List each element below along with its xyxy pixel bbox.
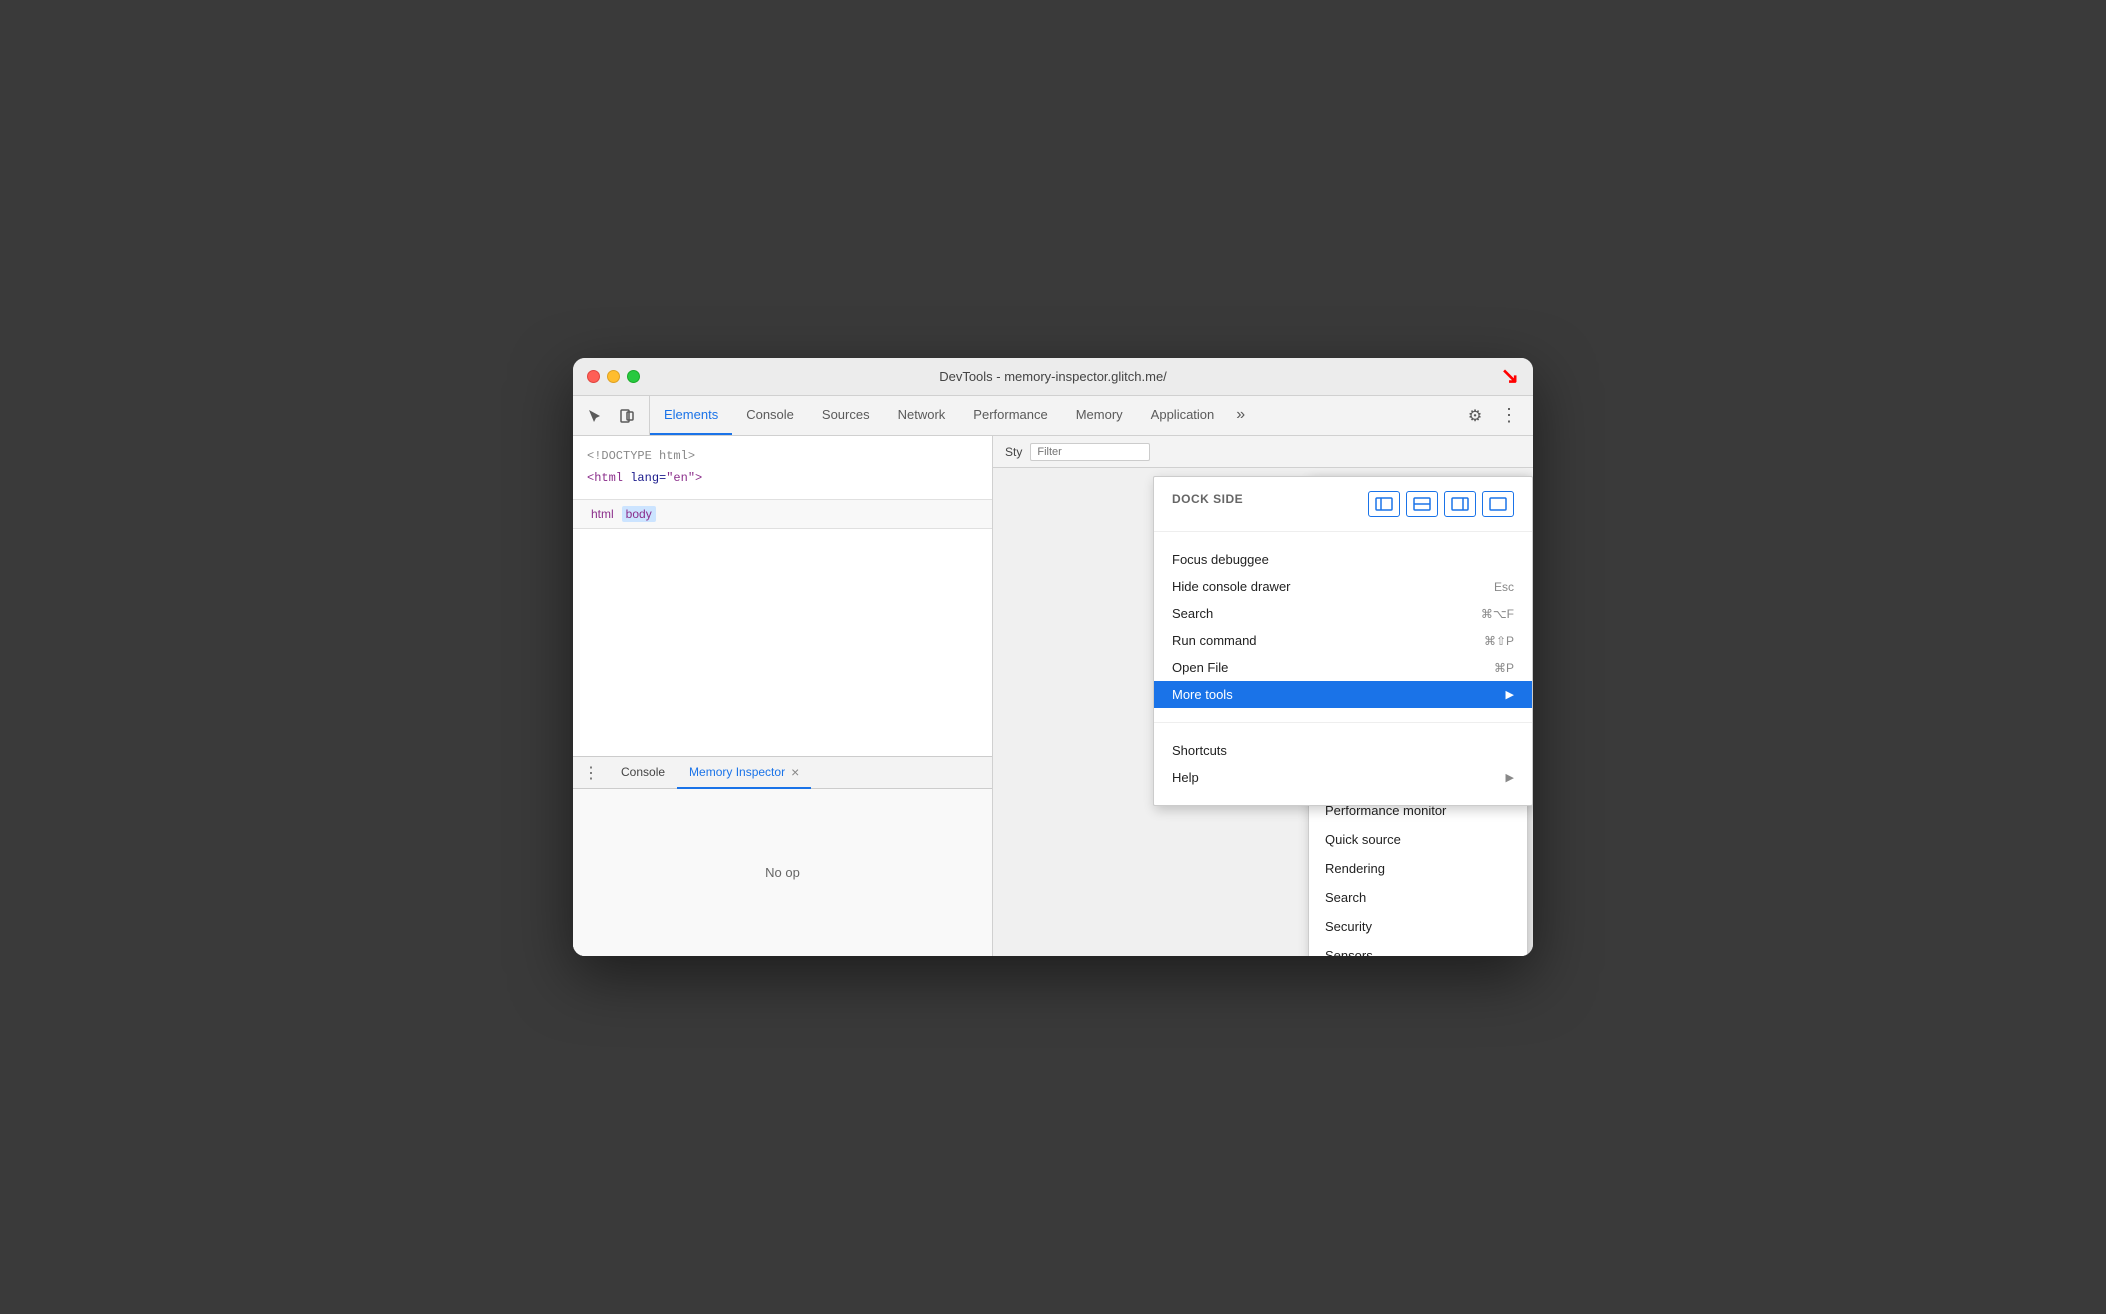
dock-side-options [1368, 491, 1514, 517]
styles-label: Sty [1005, 445, 1022, 459]
more-tools-arrow: ▶ [1506, 688, 1514, 701]
devtools-window: DevTools - memory-inspector.glitch.me/ ↘… [573, 358, 1533, 956]
tab-more[interactable]: » [1228, 396, 1253, 435]
device-toggle-icon[interactable] [613, 402, 641, 430]
menu-item-security[interactable]: Security [1309, 912, 1527, 941]
window-title: DevTools - memory-inspector.glitch.me/ [939, 369, 1167, 384]
tab-sources[interactable]: Sources [808, 396, 884, 435]
drawer-menu-button[interactable]: ⋮ [573, 763, 609, 783]
drawer-tab-console[interactable]: Console [609, 757, 677, 789]
html-content: <!DOCTYPE html> <html lang="en"> [573, 436, 992, 500]
menu-item-sensors[interactable]: Sensors [1309, 941, 1527, 956]
minimize-button[interactable] [607, 370, 620, 383]
tab-memory[interactable]: Memory [1062, 396, 1137, 435]
menu-item-search[interactable]: Search [1309, 883, 1527, 912]
dock-side-label: Dock side [1172, 492, 1243, 506]
dock-left-button[interactable] [1368, 491, 1400, 517]
search-row[interactable]: Search ⌘⌥F [1172, 600, 1514, 627]
no-op-text: No op [765, 865, 800, 880]
hide-console-drawer-row[interactable]: Hide console drawer Esc [1172, 573, 1514, 600]
close-button[interactable] [587, 370, 600, 383]
filter-input[interactable] [1030, 443, 1150, 461]
tab-elements[interactable]: Elements [650, 396, 732, 435]
drawer-tabs: ⋮ Console Memory Inspector × [573, 757, 992, 789]
toolbar-icons [573, 396, 650, 435]
dock-side-section: Dock side [1154, 477, 1532, 532]
settings-gear-button[interactable]: ⚙ [1461, 402, 1489, 430]
title-bar: DevTools - memory-inspector.glitch.me/ ↘ [573, 358, 1533, 396]
breadcrumb: html body [573, 500, 992, 529]
settings-panel: Dock side [1153, 476, 1533, 806]
tab-performance[interactable]: Performance [959, 396, 1061, 435]
close-memory-inspector-tab[interactable]: × [791, 765, 799, 779]
settings-bottom-section: Shortcuts Help ▶ [1154, 723, 1532, 805]
maximize-button[interactable] [627, 370, 640, 383]
menu-item-rendering[interactable]: Rendering [1309, 854, 1527, 883]
styles-header: Sty [993, 436, 1533, 468]
help-row[interactable]: Help ▶ [1172, 764, 1514, 791]
focus-debuggee-row[interactable]: Focus debuggee [1172, 546, 1514, 573]
breadcrumb-html[interactable]: html [587, 506, 618, 522]
open-file-row[interactable]: Open File ⌘P [1172, 654, 1514, 681]
main-content: <!DOCTYPE html> <html lang="en"> html bo… [573, 436, 1533, 956]
traffic-lights [587, 370, 640, 383]
left-panel: <!DOCTYPE html> <html lang="en"> html bo… [573, 436, 993, 956]
settings-actions-section: Focus debuggee Hide console drawer Esc S… [1154, 532, 1532, 723]
tab-network[interactable]: Network [884, 396, 960, 435]
undock-button[interactable] [1482, 491, 1514, 517]
help-arrow: ▶ [1506, 771, 1514, 784]
dock-right-button[interactable] [1444, 491, 1476, 517]
toolbar-right: ⚙ ⋮ [1451, 396, 1533, 435]
red-arrow-icon: ↘ [1501, 363, 1519, 389]
right-panel: Sty Animations Changes Coverage Develope… [993, 436, 1533, 956]
more-tools-row[interactable]: More tools ▶ [1154, 681, 1532, 708]
drawer-content: No op [573, 789, 992, 956]
tab-application[interactable]: Application [1137, 396, 1229, 435]
html-line-1: <!DOCTYPE html> [587, 446, 978, 468]
html-line-2: <html lang="en"> [587, 468, 978, 490]
bottom-drawer: ⋮ Console Memory Inspector × No op [573, 756, 992, 956]
menu-item-quick-source[interactable]: Quick source [1309, 825, 1527, 854]
run-command-row[interactable]: Run command ⌘⇧P [1172, 627, 1514, 654]
vertical-dots-button[interactable]: ⋮ [1495, 402, 1523, 430]
nav-tabs: Elements Console Sources Network Perform… [650, 396, 1451, 435]
breadcrumb-body[interactable]: body [622, 506, 656, 522]
drawer-tab-memory-inspector[interactable]: Memory Inspector × [677, 757, 811, 789]
tab-console[interactable]: Console [732, 396, 808, 435]
devtools-toolbar: Elements Console Sources Network Perform… [573, 396, 1533, 436]
dock-bottom-button[interactable] [1406, 491, 1438, 517]
cursor-icon[interactable] [581, 402, 609, 430]
shortcuts-row[interactable]: Shortcuts [1172, 737, 1514, 764]
